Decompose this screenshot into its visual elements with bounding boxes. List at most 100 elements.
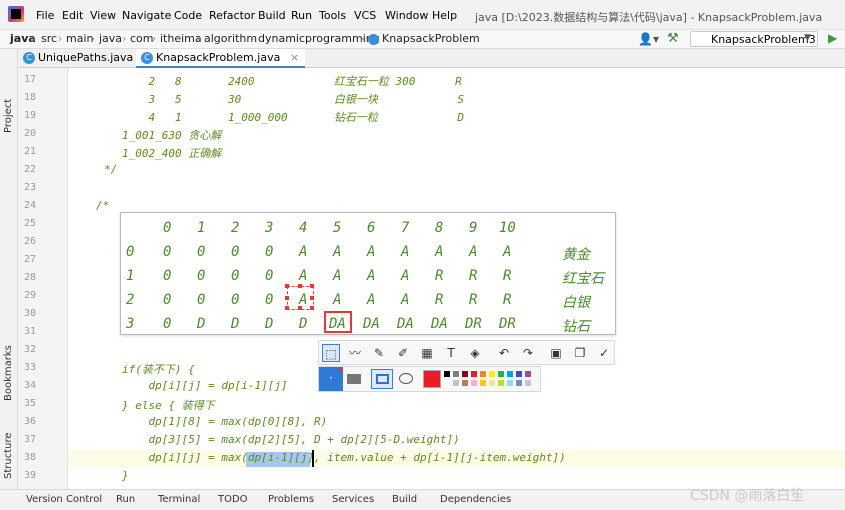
eraser-icon[interactable]: ◈ <box>466 344 484 362</box>
color-swatch[interactable] <box>470 379 478 387</box>
color-swatch[interactable] <box>506 379 514 387</box>
pen-icon[interactable]: ✎ <box>370 344 388 362</box>
breadcrumb-main[interactable]: main <box>66 32 93 45</box>
resize-handle[interactable] <box>298 306 302 310</box>
resize-handle[interactable] <box>310 284 314 288</box>
color-swatch[interactable] <box>488 379 496 387</box>
resize-handle[interactable] <box>285 296 289 300</box>
ellipse-icon[interactable] <box>399 373 413 384</box>
mosaic-icon[interactable]: ▦ <box>418 344 436 362</box>
text-caret <box>312 450 314 467</box>
selection-marquee[interactable] <box>285 284 314 310</box>
run-configuration-select[interactable]: KnapsackProblem3 ▼ <box>690 31 818 47</box>
confirm-icon[interactable]: ✓ <box>595 344 613 362</box>
menu-vcs[interactable]: VCS <box>354 9 376 22</box>
undo-icon[interactable]: ↶ <box>495 344 513 362</box>
breadcrumb-src[interactable]: src <box>41 32 57 45</box>
project-tool-button[interactable]: Project <box>3 99 14 133</box>
class-icon: C <box>23 52 35 64</box>
color-swatch[interactable] <box>524 370 532 378</box>
fill-rect-icon[interactable] <box>347 374 361 384</box>
color-swatch[interactable] <box>479 379 487 387</box>
line-number: 37 <box>23 434 36 445</box>
tab-label: UniquePaths.java <box>38 51 134 64</box>
copy-icon[interactable]: ❐ <box>571 344 589 362</box>
dp-cell: 0 <box>163 268 172 284</box>
menu-window[interactable]: Window <box>385 9 428 22</box>
menu-build[interactable]: Build <box>258 9 286 22</box>
todo-tool[interactable]: TODO <box>218 494 248 505</box>
color-swatch[interactable] <box>461 370 469 378</box>
user-icon[interactable]: 👤▾ <box>638 32 659 46</box>
line-number: 30 <box>23 308 36 319</box>
annotation-toolbar: ⬚ 〰 ✎ ✐ ▦ T ◈ ↶ ↷ ▣ ❐ ✓ <box>318 340 615 365</box>
current-color-swatch[interactable] <box>423 370 441 388</box>
save-icon[interactable]: ▣ <box>547 344 565 362</box>
color-swatch[interactable] <box>479 370 487 378</box>
color-swatch[interactable] <box>470 370 478 378</box>
line-number: 23 <box>23 182 36 193</box>
build-tool[interactable]: Build <box>392 494 417 505</box>
terminal-tool[interactable]: Terminal <box>158 494 200 505</box>
menu-run[interactable]: Run <box>291 9 312 22</box>
menu-view[interactable]: View <box>90 9 116 22</box>
dp-cell: 0 <box>197 244 206 260</box>
color-swatch[interactable] <box>524 379 532 387</box>
polyline-icon[interactable]: 〰 <box>346 344 364 362</box>
breadcrumb-java[interactable]: java <box>99 32 122 45</box>
code-line: 1_001_630 贪心解 <box>122 129 222 142</box>
menu-file[interactable]: File <box>36 9 54 22</box>
color-swatch[interactable] <box>461 379 469 387</box>
code-line: */ <box>104 163 118 176</box>
resize-handle[interactable] <box>310 296 314 300</box>
resize-handle[interactable] <box>285 284 289 288</box>
menu-navigate[interactable]: Navigate <box>122 9 171 22</box>
resize-handle[interactable] <box>285 306 289 310</box>
menu-refactor[interactable]: Refactor <box>209 9 255 22</box>
menu-code[interactable]: Code <box>174 9 202 22</box>
color-swatch[interactable] <box>452 370 460 378</box>
color-swatch[interactable] <box>443 370 451 378</box>
dp-cell: 0 <box>265 244 274 260</box>
dp-cell: R <box>469 268 478 284</box>
color-swatch[interactable] <box>515 379 523 387</box>
services-tool[interactable]: Services <box>332 494 374 505</box>
run-tool[interactable]: Run <box>116 494 135 505</box>
highlighter-icon[interactable]: ✐ <box>394 344 412 362</box>
bookmarks-tool-button[interactable]: Bookmarks <box>3 345 14 401</box>
structure-tool-button[interactable]: Structure <box>3 432 14 479</box>
resize-handle[interactable] <box>298 284 302 288</box>
resize-handle[interactable] <box>310 306 314 310</box>
color-swatch[interactable] <box>497 379 505 387</box>
menu-edit[interactable]: Edit <box>62 9 83 22</box>
dp-cell: 0 <box>163 316 172 332</box>
dp-cell: DA <box>397 316 414 332</box>
select-icon[interactable]: ⬚ <box>322 344 340 362</box>
build-hammer-icon[interactable]: ⚒ <box>667 31 679 46</box>
dp-cell: A <box>401 268 410 284</box>
breadcrumb-com[interactable]: com <box>130 32 154 45</box>
close-icon[interactable]: × <box>290 51 299 64</box>
breadcrumb-knapsackproblem[interactable]: KnapsackProblem <box>382 32 480 45</box>
dependencies-tool[interactable]: Dependencies <box>440 494 511 505</box>
tab-knapsackproblem[interactable]: C KnapsackProblem.java × <box>136 49 306 68</box>
color-swatch[interactable] <box>488 370 496 378</box>
menu-help[interactable]: Help <box>432 9 457 22</box>
dp-header-cell: 1 <box>197 220 206 236</box>
dp-cell: D <box>197 316 206 332</box>
color-swatch[interactable] <box>452 379 460 387</box>
outline-rect-button[interactable] <box>371 369 393 389</box>
version-control-tool[interactable]: Version Control <box>26 494 102 505</box>
color-swatch[interactable] <box>497 370 505 378</box>
editor-tab-bar: C UniquePaths.java × C KnapsackProblem.j… <box>0 49 845 68</box>
line-number: 31 <box>23 326 36 337</box>
problems-tool[interactable]: Problems <box>268 494 314 505</box>
run-play-icon[interactable]: ▶ <box>828 31 837 45</box>
redo-icon[interactable]: ↷ <box>519 344 537 362</box>
color-swatch[interactable] <box>515 370 523 378</box>
menu-tools[interactable]: Tools <box>319 9 346 22</box>
color-swatch[interactable] <box>443 379 451 387</box>
text-icon[interactable]: T <box>442 344 460 362</box>
color-swatch[interactable] <box>506 370 514 378</box>
line-number: 18 <box>23 92 36 103</box>
